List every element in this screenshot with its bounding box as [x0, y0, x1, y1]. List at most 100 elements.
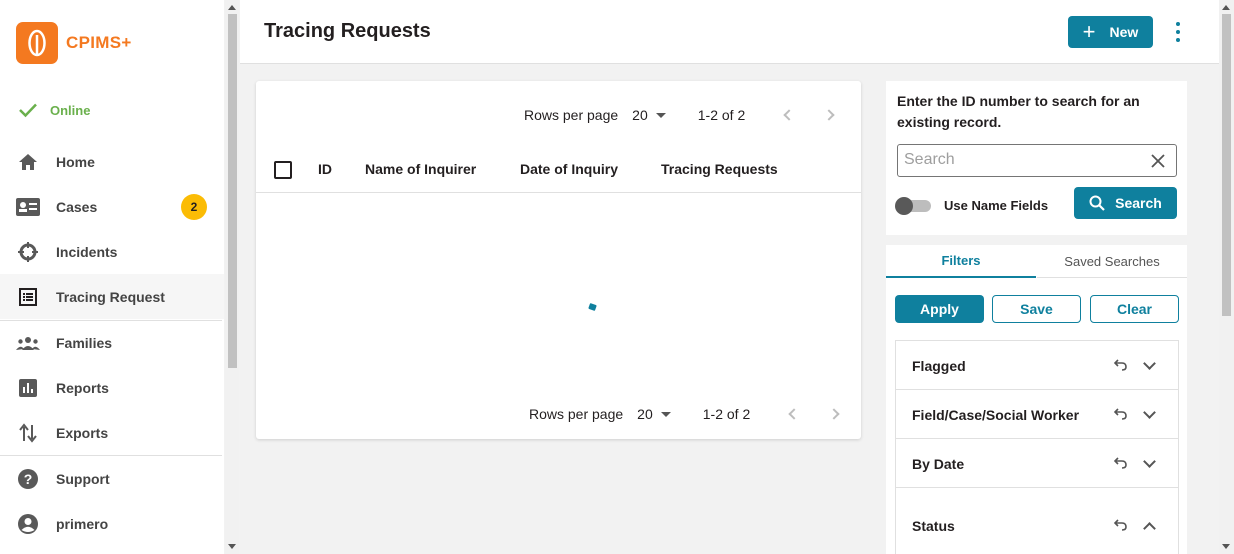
records-table: Rows per page 20 1-2 of 2 ID Name of Inq…	[256, 81, 861, 439]
select-all-checkbox[interactable]	[274, 161, 292, 179]
filter-list: Flagged Field/Case/Social Worker By Date…	[895, 340, 1179, 554]
rows-per-page-select[interactable]: 20	[632, 107, 666, 123]
sidebar-item-reports[interactable]: Reports	[0, 365, 224, 410]
new-button[interactable]: + New	[1068, 16, 1153, 48]
rows-per-page-value: 20	[637, 406, 653, 422]
column-header-id[interactable]: ID	[318, 161, 332, 177]
sidebar-item-home[interactable]: Home	[0, 139, 224, 184]
tab-saved-searches[interactable]: Saved Searches	[1037, 245, 1187, 278]
table-header: ID Name of Inquirer Date of Inquiry Trac…	[256, 143, 861, 193]
search-panel: Enter the ID number to search for an exi…	[886, 81, 1187, 235]
clear-button[interactable]: Clear	[1090, 295, 1179, 323]
svg-text:?: ?	[24, 471, 33, 487]
chevron-down-icon[interactable]	[1143, 455, 1156, 468]
cases-count-badge: 2	[181, 194, 207, 220]
page-range: 1-2 of 2	[697, 107, 746, 123]
previous-page-icon[interactable]	[788, 408, 800, 420]
id-card-icon	[16, 195, 40, 219]
sidebar-item-label: Reports	[56, 379, 109, 396]
next-page-icon[interactable]	[823, 109, 835, 121]
check-icon	[19, 103, 37, 118]
loading-spinner-icon	[588, 302, 597, 312]
sidebar-item-account[interactable]: primero	[0, 501, 224, 546]
bar-chart-icon	[16, 376, 40, 400]
apply-button[interactable]: Apply	[895, 295, 984, 323]
sidebar-item-support[interactable]: ? Support	[0, 456, 224, 501]
sidebar-item-label: Incidents	[56, 243, 118, 260]
sidebar-item-cases[interactable]: Cases 2	[0, 184, 224, 229]
close-icon[interactable]	[1150, 153, 1166, 169]
undo-icon[interactable]	[1112, 455, 1128, 471]
bottom-pagination: Rows per page 20 1-2 of 2	[529, 402, 840, 426]
column-header-date[interactable]: Date of Inquiry	[520, 161, 618, 177]
save-button[interactable]: Save	[992, 295, 1081, 323]
scroll-up-icon[interactable]	[228, 5, 236, 10]
sidebar-item-label: Support	[56, 470, 110, 487]
filter-panel: Filters Saved Searches Apply Save Clear …	[886, 245, 1187, 554]
top-pagination: Rows per page 20 1-2 of 2	[524, 103, 835, 127]
people-icon	[16, 331, 40, 355]
rows-per-page-label: Rows per page	[524, 107, 619, 123]
filter-by-date[interactable]: By Date	[896, 439, 1178, 488]
sidebar-scrollbar-thumb[interactable]	[228, 14, 237, 368]
sidebar-item-exports[interactable]: Exports	[0, 410, 224, 455]
chevron-down-icon[interactable]	[1143, 357, 1156, 370]
rows-per-page-value: 20	[632, 107, 648, 123]
filter-status[interactable]: Status	[896, 488, 1178, 554]
sidebar-item-label: Families	[56, 334, 113, 351]
filter-label: By Date	[912, 456, 965, 472]
dropdown-caret-icon	[655, 112, 666, 118]
scroll-down-icon[interactable]	[228, 544, 236, 549]
page-header: Tracing Requests + New	[240, 0, 1219, 64]
sidebar-item-label: Exports	[56, 424, 109, 441]
help-icon: ?	[16, 467, 40, 491]
logo[interactable]: CPIMS+	[16, 22, 132, 64]
rows-per-page-label: Rows per page	[529, 406, 624, 422]
new-button-label: New	[1109, 24, 1139, 40]
search-input[interactable]	[904, 151, 1134, 169]
scroll-down-icon[interactable]	[1222, 544, 1230, 549]
sidebar-item-label: Home	[56, 153, 95, 170]
previous-page-icon[interactable]	[783, 109, 795, 121]
search-help-text: Enter the ID number to search for an exi…	[897, 93, 1140, 130]
chevron-up-icon[interactable]	[1143, 522, 1156, 535]
page-range: 1-2 of 2	[702, 406, 751, 422]
sidebar-item-families[interactable]: Families	[0, 320, 224, 365]
filter-social-worker[interactable]: Field/Case/Social Worker	[896, 390, 1178, 439]
account-icon	[16, 512, 40, 536]
sidebar-item-label: Cases	[56, 198, 98, 215]
sidebar-item-label: Tracing Request	[56, 288, 165, 305]
crosshair-icon	[16, 240, 40, 264]
list-icon	[16, 285, 40, 309]
column-header-inquirer[interactable]: Name of Inquirer	[365, 161, 476, 177]
dropdown-caret-icon	[660, 411, 671, 417]
rows-per-page-select[interactable]: 20	[637, 406, 671, 422]
search-button[interactable]: Search	[1074, 187, 1177, 219]
online-label: Online	[50, 102, 91, 118]
sidebar-item-label: primero	[56, 515, 109, 532]
page-title: Tracing Requests	[264, 20, 431, 42]
main-scrollbar-thumb[interactable]	[1222, 14, 1231, 316]
undo-icon[interactable]	[1112, 357, 1128, 373]
more-options-icon[interactable]	[1170, 22, 1186, 42]
sidebar-item-incidents[interactable]: Incidents	[0, 229, 224, 274]
search-button-label: Search	[1115, 195, 1162, 211]
app-name: CPIMS+	[66, 33, 132, 52]
next-page-icon[interactable]	[828, 408, 840, 420]
undo-icon[interactable]	[1112, 406, 1128, 422]
search-icon	[1089, 195, 1105, 211]
chevron-down-icon[interactable]	[1143, 406, 1156, 419]
use-name-fields-toggle[interactable]	[895, 197, 933, 215]
online-status: Online	[18, 102, 90, 118]
sidebar: CPIMS+ Online Home Cases 2 Incidents Tra…	[0, 0, 224, 554]
scroll-up-icon[interactable]	[1222, 5, 1230, 10]
sidebar-item-tracing-request[interactable]: Tracing Request	[0, 274, 224, 319]
filter-flagged[interactable]: Flagged	[896, 341, 1178, 390]
column-header-tracing-requests[interactable]: Tracing Requests	[661, 161, 778, 177]
filter-label: Flagged	[912, 358, 966, 374]
tab-filters[interactable]: Filters	[886, 245, 1036, 278]
search-field[interactable]	[897, 144, 1177, 177]
undo-icon[interactable]	[1112, 517, 1128, 533]
leaf-logo-icon	[16, 22, 58, 64]
filter-label: Status	[912, 518, 955, 534]
